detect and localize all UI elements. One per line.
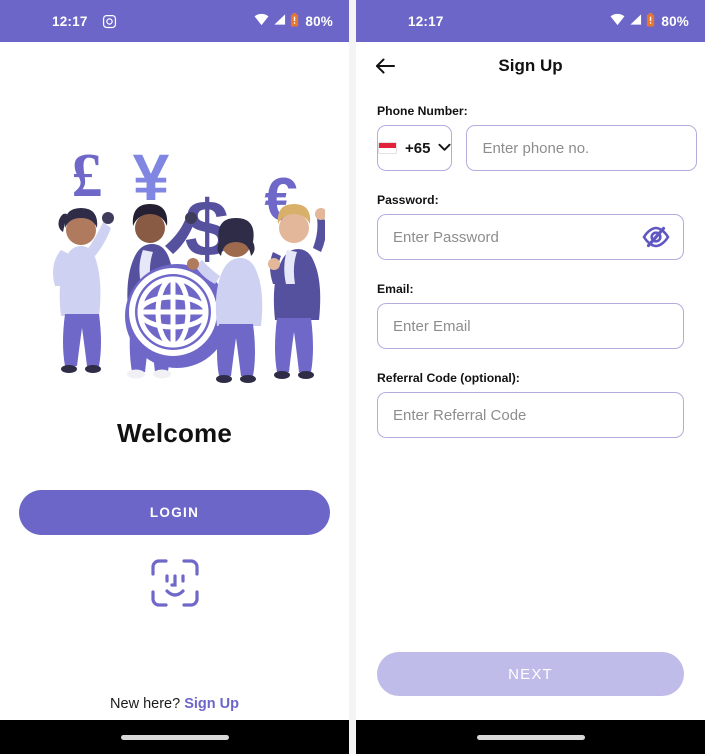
login-button[interactable]: LOGIN (19, 490, 330, 535)
status-bar-right: 12:17 80% (356, 0, 705, 42)
email-label: Email: (377, 282, 414, 296)
email-field-group: Email: (377, 282, 684, 349)
face-id-icon[interactable] (0, 557, 349, 609)
phone-field-group: Phone Number: +65 (377, 104, 698, 171)
country-code-label: +65 (405, 139, 431, 157)
status-bar-time: 12:17 (408, 13, 444, 29)
system-nav-bar-right (356, 720, 705, 754)
signup-prompt-text: New here? (110, 696, 181, 712)
singapore-flag-icon (378, 142, 397, 154)
yen-symbol: ¥ (132, 140, 169, 214)
status-bar-icons-left: 80% (254, 12, 333, 30)
page-title: Sign Up (498, 56, 563, 75)
cellular-signal-icon (273, 13, 286, 29)
wifi-icon (254, 13, 269, 29)
cellular-signal-icon (629, 13, 642, 29)
status-bar-icons-right: 80% (610, 12, 689, 30)
next-button[interactable]: NEXT (377, 652, 684, 696)
system-nav-bar-left (0, 720, 349, 754)
chevron-down-icon (438, 139, 451, 157)
email-row (377, 303, 684, 349)
referral-field-group: Referral Code (optional): (377, 371, 684, 438)
battery-percent-label: 80% (305, 13, 333, 29)
phone-row: +65 (377, 125, 698, 171)
battery-icon (290, 12, 299, 30)
referral-input[interactable] (377, 392, 684, 438)
phone-label: Phone Number: (377, 104, 468, 118)
status-bar-left: 12:17 80% (0, 0, 349, 42)
status-bar-time: 12:17 (52, 13, 88, 29)
battery-icon (646, 12, 655, 30)
signup-body: Phone Number: +65 Password: (356, 90, 705, 720)
welcome-screen: 12:17 80% £ ¥ $ € Welcome LOGIN New here… (0, 0, 349, 754)
wifi-icon (610, 13, 625, 29)
welcome-body: £ ¥ $ € Welcome LOGIN New here? Sign Up (0, 42, 349, 720)
signup-link[interactable]: Sign Up (184, 696, 239, 712)
signup-prompt: New here? Sign Up (0, 696, 349, 712)
pound-symbol: £ (71, 142, 102, 210)
email-input[interactable] (377, 303, 684, 349)
instagram-icon (102, 14, 117, 29)
referral-row (377, 392, 684, 438)
country-code-select[interactable]: +65 (377, 125, 453, 171)
page-title: Welcome (116, 418, 233, 448)
dual-screenshot-stage: 12:17 80% £ ¥ $ € Welcome LOGIN New here… (0, 0, 705, 754)
password-input[interactable] (377, 214, 684, 260)
global-currency-illustration: £ ¥ $ € (0, 138, 349, 388)
password-field-group: Password: (377, 193, 684, 260)
eye-off-icon[interactable] (642, 226, 670, 248)
battery-percent-label: 80% (661, 13, 689, 29)
signup-screen: 12:17 80% Sign Up Phone Number: +65 Ente… (356, 0, 705, 754)
person-1 (52, 208, 114, 373)
password-label: Password: (377, 193, 439, 207)
signup-form: Phone Number: +65 Password: (356, 90, 705, 438)
password-row (377, 214, 684, 260)
panel-divider (349, 0, 356, 754)
app-bar: Sign Up (356, 42, 705, 90)
arrow-left-icon[interactable] (374, 56, 396, 76)
home-indicator[interactable] (476, 734, 585, 740)
phone-input[interactable] (466, 125, 698, 171)
home-indicator[interactable] (120, 734, 229, 740)
referral-label: Referral Code (optional): (377, 371, 520, 385)
